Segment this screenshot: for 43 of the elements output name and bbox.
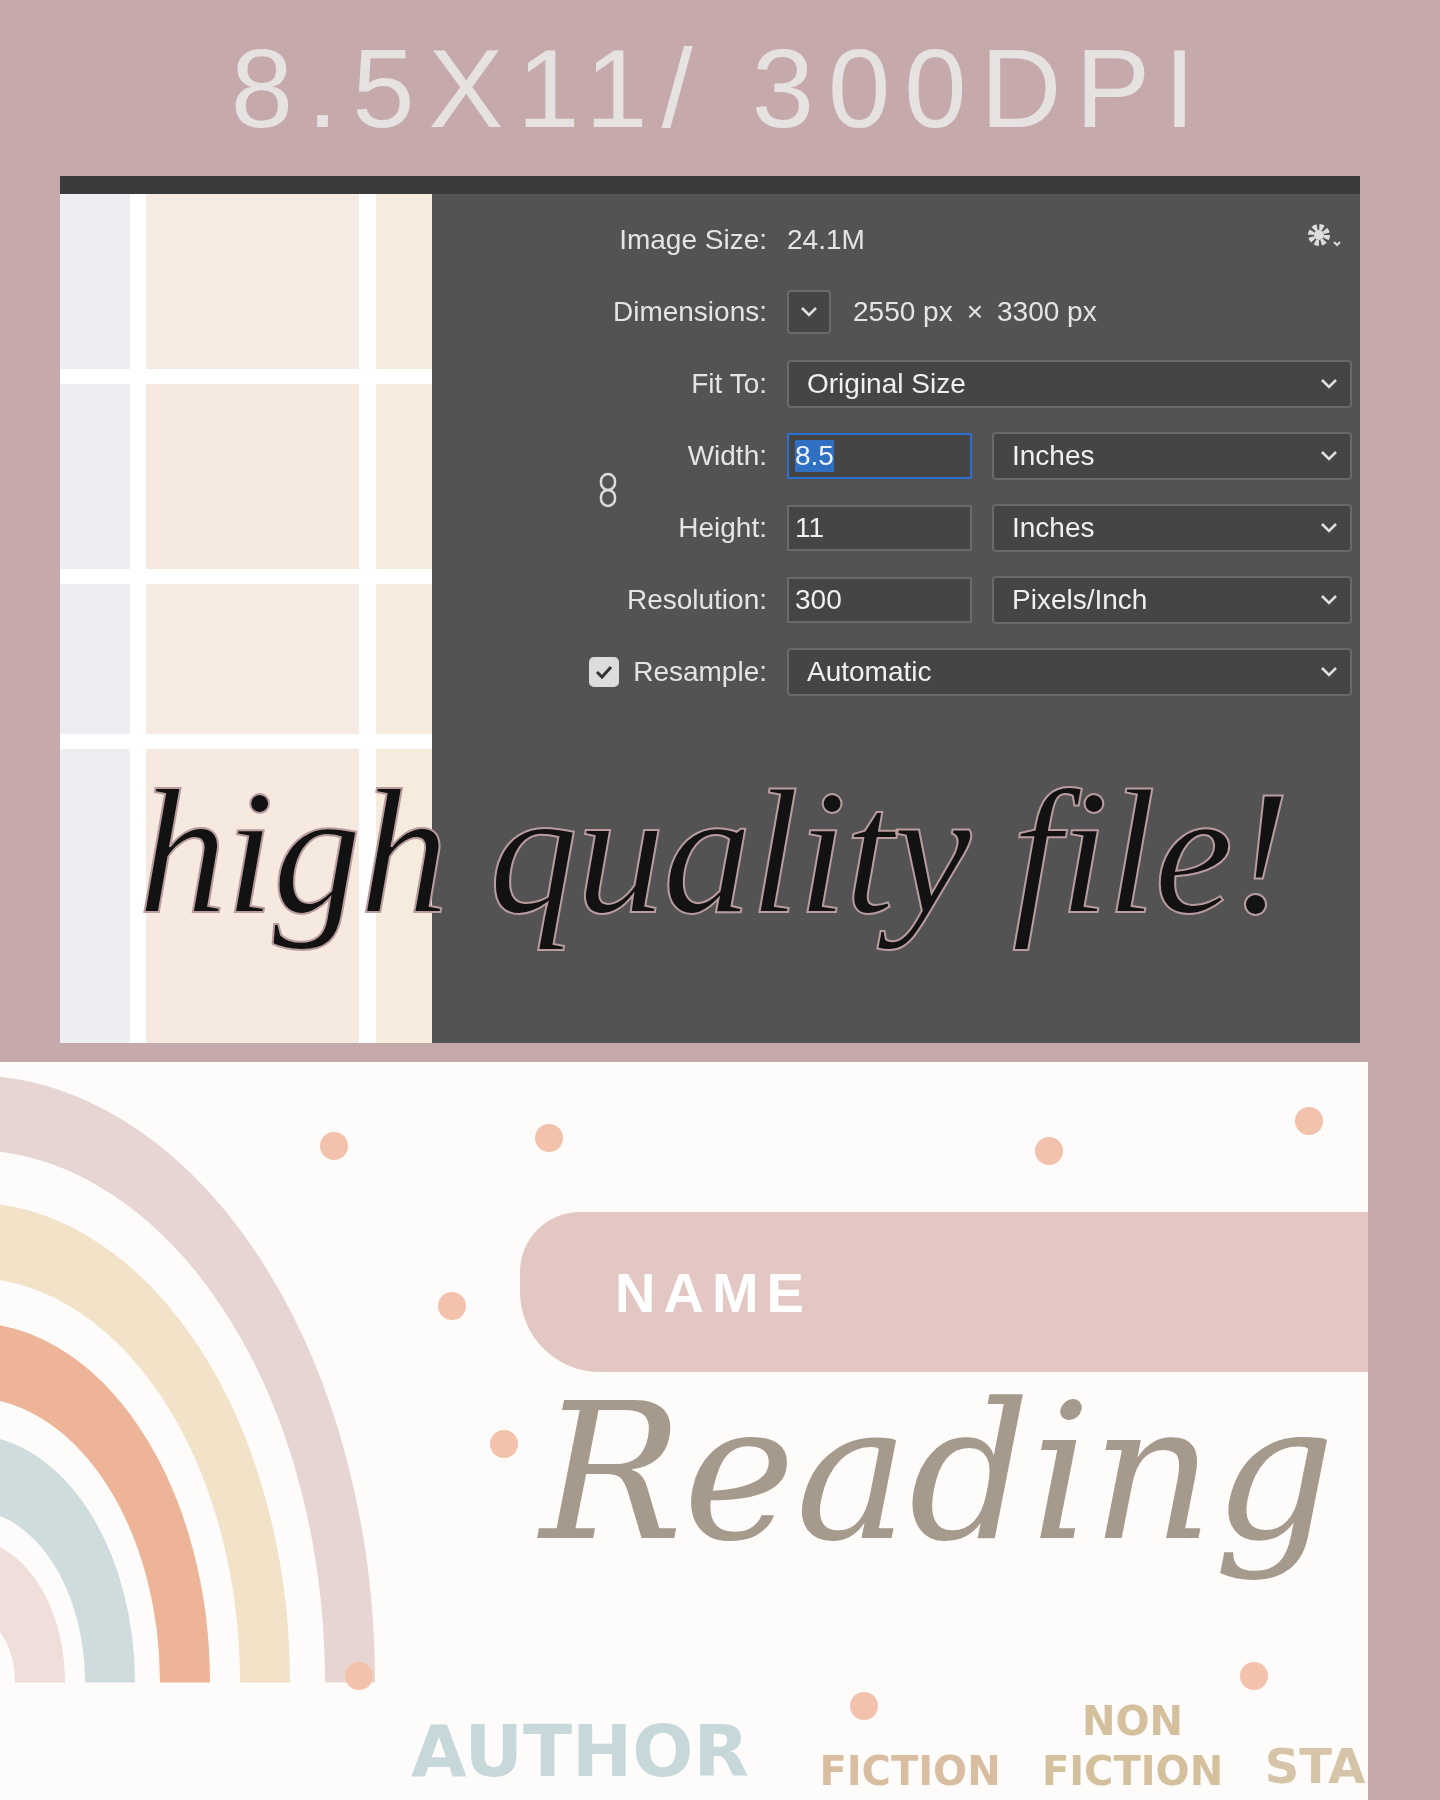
input-field[interactable]: 300 bbox=[787, 577, 972, 623]
height-value: 3300 px bbox=[997, 296, 1097, 328]
checkmark-icon bbox=[594, 664, 615, 680]
dot-decoration bbox=[1295, 1107, 1323, 1135]
unit-dropdown[interactable]: Pixels/Inch bbox=[992, 576, 1352, 624]
dot-decoration bbox=[1240, 1662, 1268, 1690]
dimensions-dropdown[interactable] bbox=[787, 290, 831, 334]
image-size-value: 24.1M bbox=[787, 224, 865, 256]
field-label: Dimensions: bbox=[612, 296, 767, 328]
dot-decoration bbox=[850, 1692, 878, 1720]
fit-to-dropdown[interactable]: Original Size bbox=[787, 360, 1352, 408]
dot-decoration bbox=[320, 1132, 348, 1160]
dot-decoration bbox=[490, 1430, 518, 1458]
field-label: Fit To: bbox=[691, 368, 767, 400]
name-label: NAME bbox=[615, 1259, 812, 1325]
field-label: Resolution: bbox=[626, 584, 767, 616]
resample-dropdown[interactable]: Automatic bbox=[787, 648, 1352, 696]
chevron-down-icon bbox=[1320, 450, 1338, 462]
column-heading: NON FICTION bbox=[1040, 1697, 1225, 1796]
checkbox[interactable] bbox=[589, 657, 620, 687]
dot-decoration bbox=[1035, 1137, 1063, 1165]
chevron-down-icon bbox=[1320, 522, 1338, 534]
times-sign: × bbox=[966, 296, 983, 328]
unit-dropdown[interactable]: Inches bbox=[992, 432, 1352, 480]
field-label: Resample: bbox=[633, 656, 767, 688]
field-label: Height: bbox=[678, 512, 767, 544]
input-field[interactable]: 11 bbox=[787, 505, 972, 551]
width-value: 2550 px bbox=[853, 296, 953, 328]
chevron-down-icon bbox=[1320, 378, 1338, 390]
field-label: Image Size: bbox=[619, 224, 767, 256]
link-icon[interactable] bbox=[597, 472, 619, 508]
dot-decoration bbox=[535, 1124, 563, 1152]
field-label: Width: bbox=[687, 440, 767, 472]
column-heading: FICTION bbox=[818, 1747, 1002, 1796]
column-heading: STA bbox=[1263, 1737, 1367, 1796]
chevron-down-icon bbox=[800, 306, 818, 318]
unit-dropdown[interactable]: Inches bbox=[992, 504, 1352, 552]
input-field[interactable]: 8.5 bbox=[787, 433, 972, 479]
page-heading: 8.5X11/ 300DPI bbox=[230, 24, 1210, 153]
chevron-down-icon bbox=[1320, 594, 1338, 606]
dot-decoration bbox=[345, 1662, 373, 1690]
dot-decoration bbox=[438, 1292, 466, 1320]
chevron-down-icon bbox=[1320, 666, 1338, 678]
